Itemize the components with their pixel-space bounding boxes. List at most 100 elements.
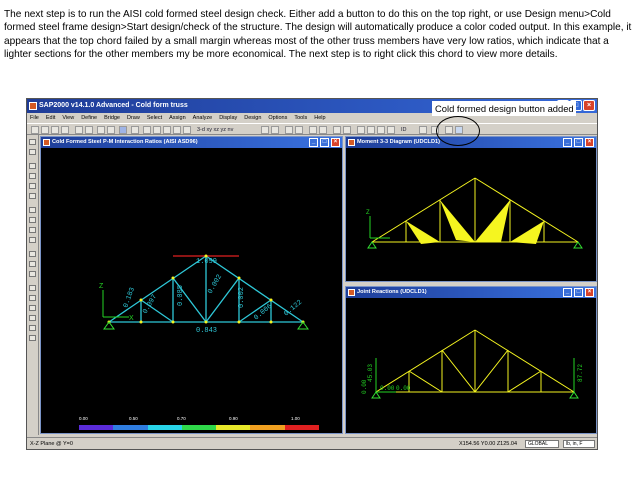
pan-icon[interactable] <box>183 126 191 134</box>
reaction-label: 87.72 <box>577 364 584 382</box>
menu-draw[interactable]: Draw <box>127 113 140 123</box>
new-model-icon[interactable] <box>31 126 39 134</box>
zoom-window-icon[interactable] <box>143 126 151 134</box>
moment-maximize-button[interactable]: □ <box>574 138 583 147</box>
reshape-tool-icon[interactable] <box>29 149 36 155</box>
draw-section-cut-icon[interactable] <box>29 261 36 267</box>
snap-points-icon[interactable] <box>29 285 36 291</box>
text-tool-icon[interactable] <box>419 126 427 134</box>
menu-assign[interactable]: Assign <box>169 113 186 123</box>
display-options-icon[interactable] <box>309 126 317 134</box>
zoom-out-icon[interactable] <box>163 126 171 134</box>
ratios-minimize-button[interactable]: _ <box>309 138 318 147</box>
redo-icon[interactable] <box>85 126 93 134</box>
legend-labels: 0.00 0.50 0.70 0.90 1.00 <box>79 416 319 422</box>
draw-rect-area-icon[interactable] <box>29 217 36 223</box>
zoom-in-icon[interactable] <box>153 126 161 134</box>
down-arrow-icon[interactable] <box>295 126 303 134</box>
up-arrow-icon[interactable] <box>285 126 293 134</box>
print-icon[interactable] <box>61 126 69 134</box>
callout-ellipse <box>436 116 480 146</box>
undo-icon[interactable] <box>75 126 83 134</box>
draw-point-icon[interactable] <box>29 163 36 169</box>
assign-load-icon[interactable] <box>387 126 395 134</box>
pointer-icon[interactable] <box>131 126 139 134</box>
menu-help[interactable]: Help <box>314 113 325 123</box>
menu-display[interactable]: Display <box>219 113 237 123</box>
draw-brace-icon[interactable] <box>29 193 36 199</box>
status-coords: X154.56 Y0.00 Z125.04 <box>459 441 518 447</box>
lock-icon[interactable] <box>107 126 115 134</box>
svg-text:Z: Z <box>366 210 370 216</box>
menu-options[interactable]: Options <box>268 113 287 123</box>
moment-diagram-drawing[interactable]: Z <box>346 148 597 282</box>
moment-minimize-button[interactable]: _ <box>563 138 572 147</box>
snap-lines-icon[interactable] <box>29 325 36 331</box>
moment-close-button[interactable]: × <box>585 138 594 147</box>
ratio-label: 0.002 <box>238 287 246 308</box>
perspective-icon[interactable] <box>271 126 279 134</box>
reactions-close-button[interactable]: × <box>585 288 594 297</box>
ratios-truss-drawing[interactable]: 1.099 0.843 0.097 0.085 0.002 0.002 0.00… <box>41 148 343 434</box>
reactions-drawing[interactable]: 45.03 0.00 87.72 0.00 0.00 <box>346 298 597 434</box>
view-buttons[interactable]: 3-d xy xz yz nv <box>197 125 233 135</box>
ratios-view-window[interactable]: Cold Formed Steel P-M Interaction Ratios… <box>40 136 343 434</box>
draw-dimension-icon[interactable] <box>29 271 36 277</box>
ratios-window-title: Cold Formed Steel P-M Interaction Ratios… <box>52 139 198 145</box>
instruction-text: The next step is to run the AISI cold fo… <box>4 9 632 61</box>
reaction-label: 0.00 <box>380 385 395 392</box>
menu-file[interactable]: File <box>30 113 39 123</box>
quick-area-icon[interactable] <box>29 227 36 233</box>
open-icon[interactable] <box>41 126 49 134</box>
draw-link-icon[interactable] <box>29 251 36 257</box>
support-icon <box>367 241 583 249</box>
legend-label: 1.00 <box>291 416 300 421</box>
status-bar: X-Z Plane @ Y=0 X154.56 Y0.00 Z125.04 GL… <box>27 437 597 449</box>
support-icon <box>371 391 579 399</box>
reactions-minimize-button[interactable]: _ <box>563 288 572 297</box>
snap-intersection-icon[interactable] <box>29 305 36 311</box>
menu-design[interactable]: Design <box>244 113 261 123</box>
save-icon[interactable] <box>51 126 59 134</box>
menu-view[interactable]: View <box>62 113 74 123</box>
menu-edit[interactable]: Edit <box>46 113 55 123</box>
assign-release-icon[interactable] <box>377 126 385 134</box>
reactions-view-window[interactable]: Joint Reactions (UDCLD1) _ □ × 45.03 0.0… <box>345 286 597 434</box>
quick-frame-icon[interactable] <box>29 183 36 189</box>
menu-analyze[interactable]: Analyze <box>193 113 213 123</box>
pointer-tool-icon[interactable] <box>29 139 36 145</box>
units-select[interactable]: lb, in, F <box>563 440 595 448</box>
sap-app-icon <box>29 102 37 110</box>
show-forces-icon[interactable] <box>343 126 351 134</box>
assign-section-icon[interactable] <box>367 126 375 134</box>
status-plane: X-Z Plane @ Y=0 <box>30 441 73 447</box>
refresh-icon[interactable] <box>97 126 105 134</box>
ratios-close-button[interactable]: × <box>331 138 340 147</box>
reactions-window-title: Joint Reactions (UDCLD1) <box>357 289 427 295</box>
snap-perpendicular-icon[interactable] <box>29 315 36 321</box>
show-undeformed-icon[interactable] <box>319 126 327 134</box>
show-deformed-icon[interactable] <box>333 126 341 134</box>
snap-ends-icon[interactable] <box>29 295 36 301</box>
menu-select[interactable]: Select <box>147 113 162 123</box>
legend-label: 0.90 <box>229 416 238 421</box>
menu-define[interactable]: Define <box>81 113 97 123</box>
ratios-maximize-button[interactable]: □ <box>320 138 329 147</box>
rotate-icon[interactable] <box>261 126 269 134</box>
zoom-extents-icon[interactable] <box>173 126 181 134</box>
app-title: SAP2000 v14.1.0 Advanced - Cold form tru… <box>39 102 188 109</box>
run-analysis-icon[interactable] <box>119 126 127 134</box>
draw-area-icon[interactable] <box>29 207 36 213</box>
draw-frame-icon[interactable] <box>29 173 36 179</box>
assign-frame-icon[interactable] <box>357 126 365 134</box>
ratio-label: 0.097 <box>142 293 159 315</box>
snap-grid-icon[interactable] <box>29 335 36 341</box>
menu-tools[interactable]: Tools <box>294 113 307 123</box>
ratios-window-titlebar: Cold Formed Steel P-M Interaction Ratios… <box>41 137 342 148</box>
reactions-maximize-button[interactable]: □ <box>574 288 583 297</box>
moment-view-window[interactable]: Moment 3-3 Diagram (UDCLD1) _ □ × Z <box>345 136 597 282</box>
menu-bridge[interactable]: Bridge <box>104 113 120 123</box>
close-button[interactable]: × <box>583 100 595 111</box>
coordinate-system-select[interactable]: GLOBAL <box>525 440 559 448</box>
draw-solid-icon[interactable] <box>29 237 36 243</box>
